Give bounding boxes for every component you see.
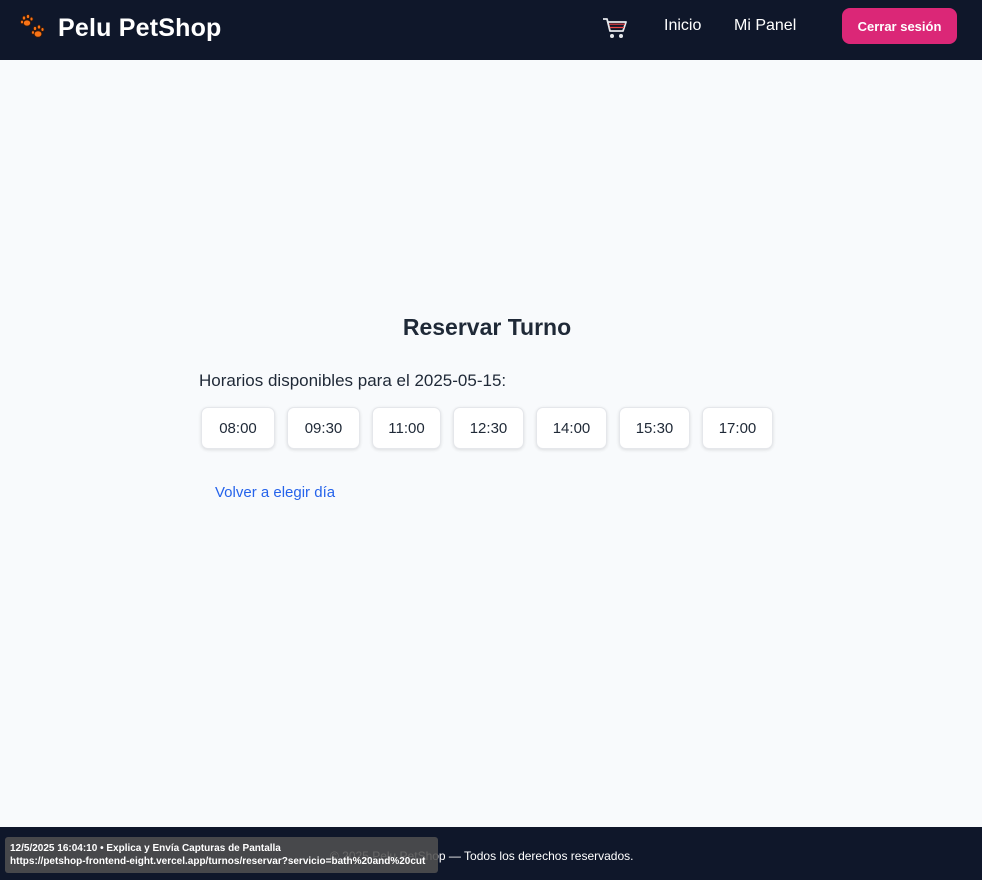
nav-link-inicio[interactable]: Inicio <box>664 17 701 35</box>
slots-heading: Horarios disponibles para el 2025-05-15: <box>199 371 507 390</box>
cart-icon[interactable] <box>602 16 628 40</box>
time-slot-button[interactable]: 15:30 <box>619 407 690 449</box>
time-slot-button[interactable]: 12:30 <box>453 407 524 449</box>
overlay-timestamp-line: 12/5/2025 16:04:10 • Explica y Envía Cap… <box>10 843 281 854</box>
nav-link-mi-panel[interactable]: Mi Panel <box>734 17 796 35</box>
brand-title: Pelu PetShop <box>58 13 222 42</box>
back-to-day-link[interactable]: Volver a elegir día <box>215 484 335 501</box>
time-slot-button[interactable]: 11:00 <box>372 407 441 449</box>
paw-icon <box>20 14 45 38</box>
overlay-url-line: https://petshop-frontend-eight.vercel.ap… <box>10 856 426 867</box>
time-slot-button[interactable]: 17:00 <box>702 407 773 449</box>
time-slot-button[interactable]: 08:00 <box>201 407 275 449</box>
page-title: Reservar Turno <box>402 314 572 340</box>
time-slot-button[interactable]: 09:30 <box>287 407 360 449</box>
screenshot-status-overlay: 12/5/2025 16:04:10 • Explica y Envía Cap… <box>5 837 438 873</box>
navbar: Pelu PetShop Inicio Mi Panel Cerrar sesi… <box>0 0 982 60</box>
logout-button[interactable]: Cerrar sesión <box>842 8 957 44</box>
brand[interactable]: Pelu PetShop <box>18 12 222 44</box>
time-slot-button[interactable]: 14:00 <box>536 407 607 449</box>
